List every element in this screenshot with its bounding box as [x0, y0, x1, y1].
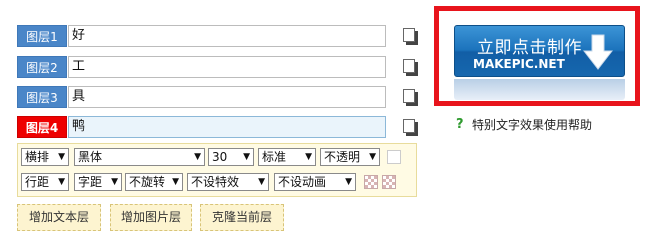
- layer-2-text-input[interactable]: 工: [68, 56, 386, 78]
- line-spacing-select[interactable]: 行距 ▼: [21, 173, 69, 191]
- font-size-value: 30: [212, 150, 228, 164]
- font-value: 黑体: [78, 150, 103, 164]
- chevron-down-icon: ▼: [58, 152, 65, 162]
- layer-1-text-input[interactable]: 好: [68, 25, 386, 47]
- layer-2-copy-icon[interactable]: [401, 58, 419, 76]
- add-image-layer-button[interactable]: 增加图片层: [110, 204, 192, 231]
- chevron-down-icon: ▼: [258, 177, 265, 187]
- make-button-subtitle: MAKEPIC.NET: [473, 57, 565, 71]
- make-button-title: 立即点击制作: [477, 38, 582, 58]
- direction-select[interactable]: 横排 ▼: [21, 148, 69, 166]
- layer-row-4: 图层4 鸭: [17, 116, 431, 138]
- layer-4-label[interactable]: 图层4: [17, 116, 67, 138]
- chevron-down-icon: ▼: [345, 177, 352, 187]
- letter-spacing-select[interactable]: 字距 ▼: [74, 173, 122, 191]
- animation-value: 不设动画: [278, 175, 327, 189]
- layer-row-2: 图层2 工: [17, 56, 431, 78]
- chevron-down-icon: ▼: [369, 152, 376, 162]
- style-value: 标准: [262, 150, 287, 164]
- button-reflection: [454, 79, 625, 100]
- transparent-swatch-1[interactable]: [364, 175, 378, 189]
- font-select[interactable]: 黑体 ▼: [74, 148, 205, 166]
- font-size-select[interactable]: 30 ▼: [208, 148, 254, 166]
- add-text-layer-button[interactable]: 增加文本层: [17, 204, 101, 231]
- layer-3-text-input[interactable]: 具: [68, 86, 386, 108]
- style-select[interactable]: 标准 ▼: [258, 148, 316, 166]
- opacity-select[interactable]: 不透明 ▼: [320, 148, 380, 166]
- format-toolbar: 横排 ▼ 黑体 ▼ 30 ▼ 标准 ▼ 不透明 ▼ 行距 ▼ 字距 ▼ 不旋转 ▼ 不设特效 ▼ …: [17, 143, 417, 197]
- layer-3-label[interactable]: 图层3: [17, 86, 67, 108]
- rotate-select[interactable]: 不旋转 ▼: [125, 173, 183, 191]
- opacity-value: 不透明: [324, 150, 361, 164]
- layer-1-copy-icon[interactable]: [401, 27, 419, 45]
- direction-value: 横排: [25, 150, 50, 164]
- layer-4-text-input[interactable]: 鸭: [68, 116, 386, 138]
- download-arrow-icon: [583, 34, 613, 70]
- rotate-value: 不旋转: [129, 175, 166, 189]
- make-now-button[interactable]: 立即点击制作 MAKEPIC.NET: [454, 25, 625, 77]
- chevron-down-icon: ▼: [243, 152, 250, 162]
- line-spacing-value: 行距: [25, 175, 50, 189]
- chevron-down-icon: ▼: [194, 152, 201, 162]
- help-link-text: 特别文字效果使用帮助: [472, 118, 593, 132]
- animation-select[interactable]: 不设动画 ▼: [274, 173, 356, 191]
- layer-3-copy-icon[interactable]: [401, 88, 419, 106]
- chevron-down-icon: ▼: [172, 177, 179, 187]
- question-icon: ?: [456, 117, 464, 132]
- effect-select[interactable]: 不设特效 ▼: [187, 173, 269, 191]
- clone-layer-button[interactable]: 克隆当前层: [200, 204, 284, 231]
- letter-spacing-value: 字距: [78, 175, 103, 189]
- layer-1-label[interactable]: 图层1: [17, 25, 67, 47]
- effect-value: 不设特效: [191, 175, 240, 189]
- color-swatch[interactable]: [387, 150, 401, 164]
- chevron-down-icon: ▼: [305, 152, 312, 162]
- chevron-down-icon: ▼: [58, 177, 65, 187]
- help-link[interactable]: ? 特别文字效果使用帮助: [456, 117, 593, 133]
- layer-row-3: 图层3 具: [17, 86, 431, 108]
- layer-2-label[interactable]: 图层2: [17, 56, 67, 78]
- chevron-down-icon: ▼: [111, 177, 118, 187]
- layer-row-1: 图层1 好: [17, 25, 431, 47]
- layer-4-copy-icon[interactable]: [401, 118, 419, 136]
- transparent-swatch-2[interactable]: [382, 175, 396, 189]
